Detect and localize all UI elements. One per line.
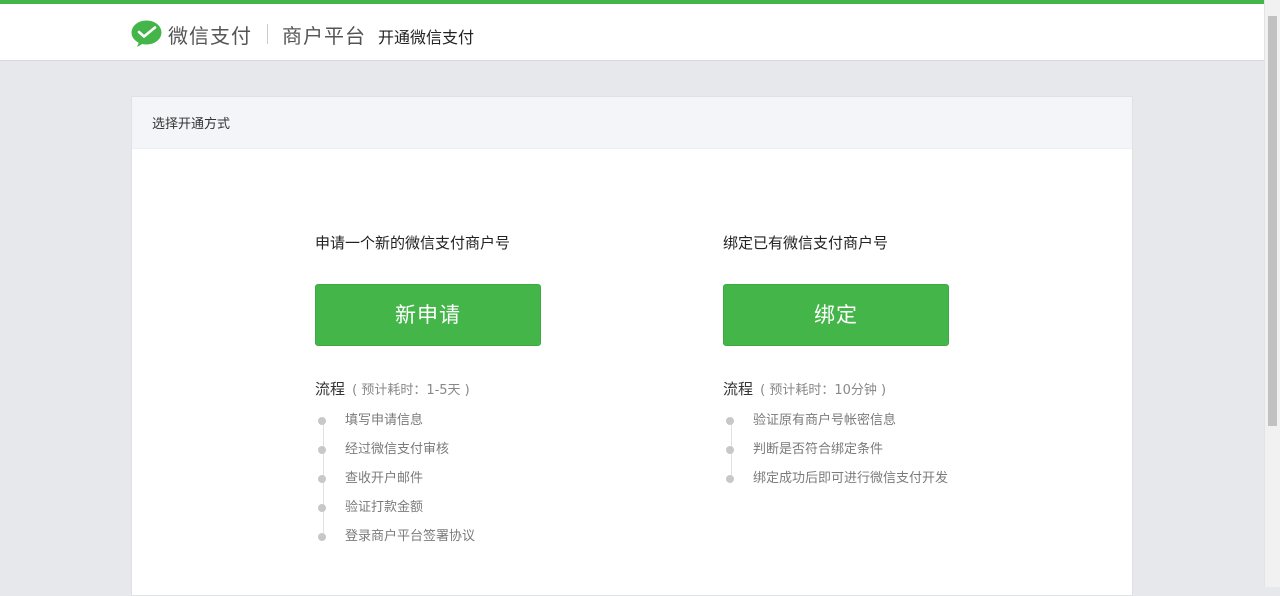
flow-label: 流程 [723,380,754,398]
option-description: 绑定已有微信支付商户号 [723,234,889,252]
panel-header: 选择开通方式 [132,97,1132,149]
option-description: 申请一个新的微信支付商户号 [315,234,511,252]
brand[interactable]: 微信支付 商户平台 开通微信支付 [131,18,474,50]
flow-title: 流程 ( 预计耗时：10分钟 ) [723,378,1023,400]
new-application-button[interactable]: 新申请 [315,284,541,346]
flow-steps: 验证原有商户号帐密信息 判断是否符合绑定条件 绑定成功后即可进行微信支付开发 [723,406,1023,493]
step-text: 填写申请信息 [345,413,424,428]
list-item: 查收开户邮件 [318,464,615,493]
open-method-panel: 选择开通方式 申请一个新的微信支付商户号 新申请 流程 ( 预计耗时：1-5天 … [131,96,1133,596]
flow-title: 流程 ( 预计耗时：1-5天 ) [315,378,615,400]
step-text: 经过微信支付审核 [345,442,450,457]
flow-estimate: ( 预计耗时：1-5天 ) [352,383,470,398]
dot-icon [726,446,734,454]
dot-icon [318,504,326,512]
step-text: 查收开户邮件 [345,471,424,486]
step-text: 登录商户平台签署协议 [345,529,476,544]
step-text: 验证打款金额 [345,500,424,515]
dot-icon [318,417,326,425]
dot-icon [726,475,734,483]
dot-icon [318,446,326,454]
brand-name: 微信支付 [168,23,252,48]
step-text: 绑定成功后即可进行微信支付开发 [753,471,949,486]
list-item: 验证原有商户号帐密信息 [726,406,1023,435]
list-item: 判断是否符合绑定条件 [726,435,1023,464]
scrollbar-thumb[interactable] [1268,16,1277,426]
top-header: 微信支付 商户平台 开通微信支付 [0,0,1264,61]
list-item: 验证打款金额 [318,493,615,522]
list-item: 登录商户平台签署协议 [318,522,615,551]
step-text: 验证原有商户号帐密信息 [753,413,897,428]
platform-name: 商户平台 [282,23,366,48]
dot-icon [318,533,326,541]
flow-label: 流程 [315,380,346,398]
list-item: 填写申请信息 [318,406,615,435]
list-item: 绑定成功后即可进行微信支付开发 [726,464,1023,493]
step-text: 判断是否符合绑定条件 [753,442,884,457]
bind-button[interactable]: 绑定 [723,284,949,346]
list-item: 经过微信支付审核 [318,435,615,464]
dot-icon [726,417,734,425]
flow-estimate: ( 预计耗时：10分钟 ) [760,383,887,398]
vertical-scrollbar[interactable] [1264,0,1280,587]
flow-steps: 填写申请信息 经过微信支付审核 查收开户邮件 验证打款金额 登录商户平台签署协议 [315,406,615,551]
wechat-pay-logo-icon [131,20,162,47]
new-application-option: 申请一个新的微信支付商户号 新申请 流程 ( 预计耗时：1-5天 ) 填写申请信… [315,233,615,551]
page-subtitle: 开通微信支付 [378,27,475,47]
dot-icon [318,475,326,483]
bind-existing-option: 绑定已有微信支付商户号 绑定 流程 ( 预计耗时：10分钟 ) 验证原有商户号帐… [723,233,1023,493]
brand-separator [267,24,268,44]
panel-title: 选择开通方式 [152,117,231,132]
